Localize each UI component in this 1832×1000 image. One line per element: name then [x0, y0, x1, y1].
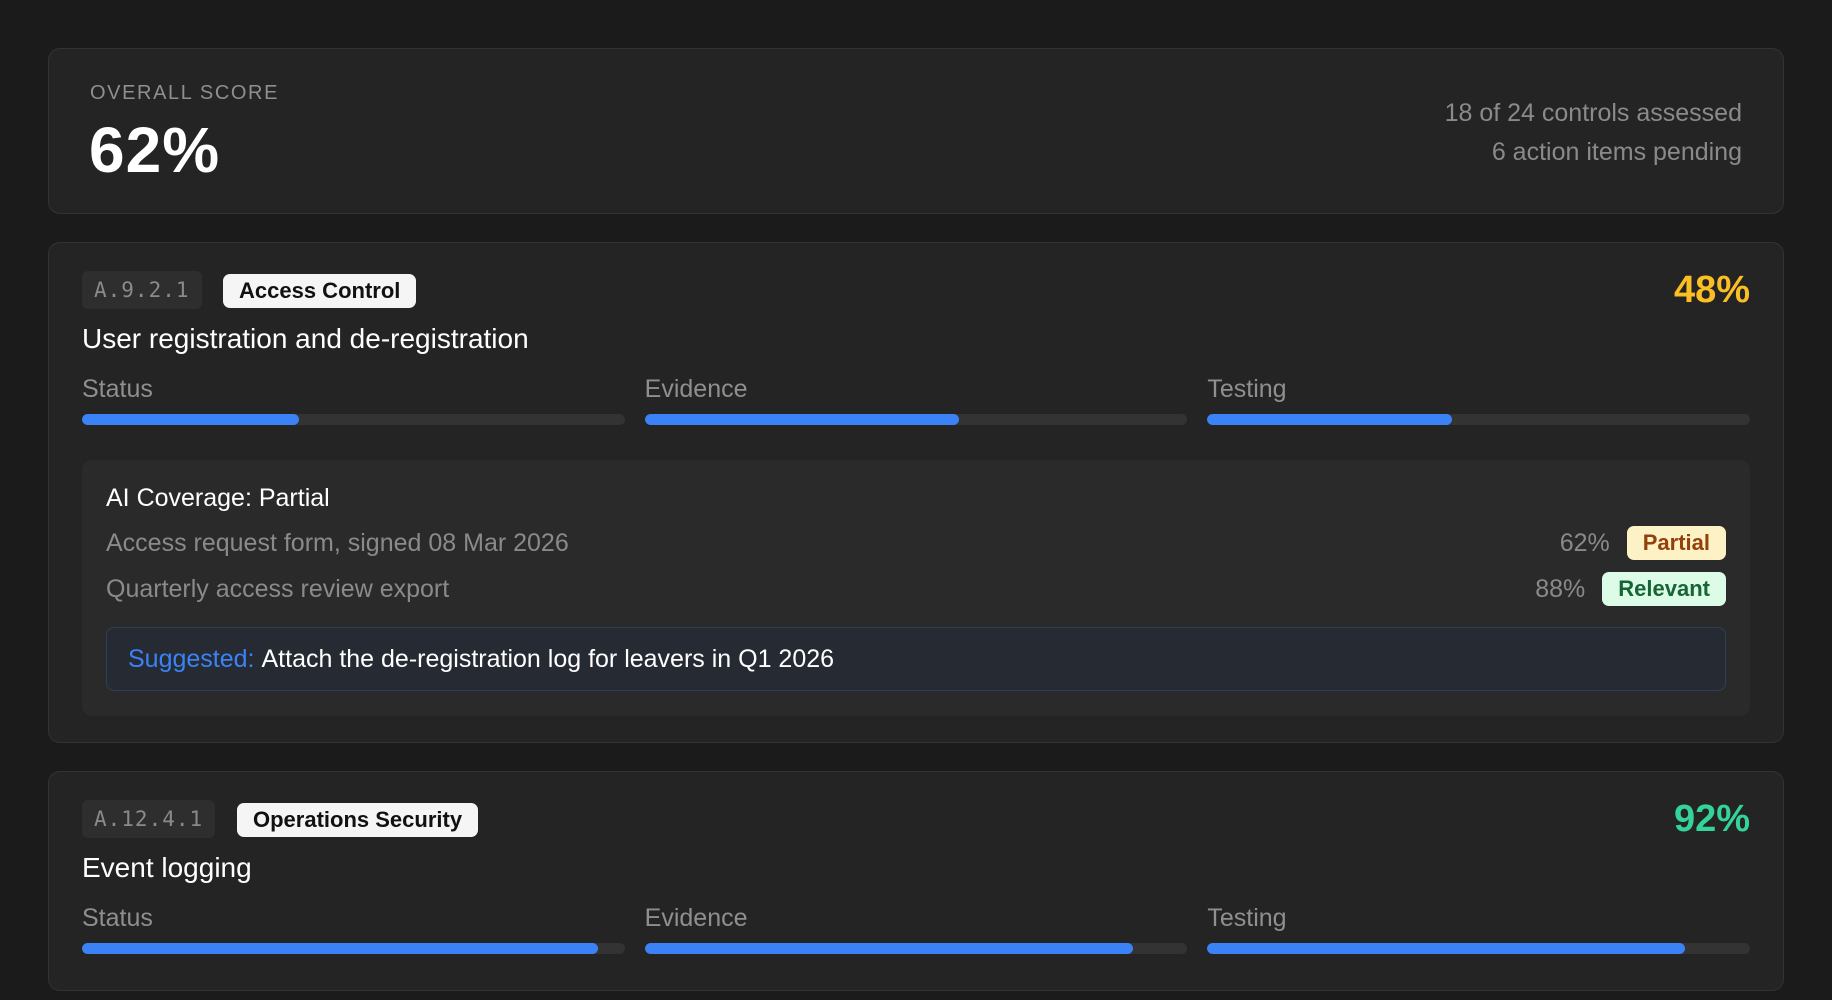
metric-evidence: Evidence — [644, 886, 1188, 964]
suggestion-box[interactable]: Suggested: Attach the de-registration lo… — [106, 627, 1726, 691]
progress-track — [82, 943, 625, 954]
progress-fill — [644, 414, 960, 425]
metric-label: Status — [82, 375, 153, 403]
progress-fill — [1207, 943, 1685, 954]
overall-summary: 18 of 24 controls assessed 6 action item… — [1445, 94, 1742, 172]
control-card-a-12-4-1[interactable]: A.12.4.1 Operations Security 92% Event l… — [48, 771, 1784, 991]
relevant-badge: Relevant — [1602, 572, 1726, 606]
progress-track — [644, 414, 1188, 425]
evidence-name: Access request form, signed 08 Mar 2026 — [106, 528, 569, 557]
category-badge: Operations Security — [237, 803, 479, 837]
progress-track — [1207, 943, 1751, 954]
progress-fill — [82, 414, 300, 425]
partial-badge: Partial — [1626, 526, 1726, 560]
ai-coverage-title: AI Coverage: Partial — [106, 484, 330, 512]
compliance-dashboard: OVERALL SCORE 62% 18 of 24 controls asse… — [48, 48, 1784, 991]
overall-score-card: OVERALL SCORE 62% 18 of 24 controls asse… — [48, 48, 1784, 214]
evidence-name: Quarterly access review export — [106, 574, 450, 603]
metric-status: Status — [82, 357, 625, 435]
overall-score-label: OVERALL SCORE — [90, 82, 280, 104]
action-items-pending-text: 6 action items pending — [1491, 138, 1742, 166]
evidence-item[interactable]: Access request form, signed 08 Mar 2026 … — [106, 526, 1726, 560]
evidence-match-pct: 62% — [1559, 528, 1610, 557]
control-title: User registration and de-registration — [82, 323, 529, 354]
progress-track — [82, 414, 625, 425]
control-metrics: Status Evidence Testing — [82, 886, 1751, 964]
metric-testing: Testing — [1207, 357, 1751, 435]
control-id: A.12.4.1 — [82, 800, 216, 838]
progress-track — [644, 943, 1188, 954]
evidence-item[interactable]: Quarterly access review export 88% Relev… — [106, 572, 1726, 606]
progress-fill — [1207, 414, 1452, 425]
controls-assessed-text: 18 of 24 controls assessed — [1444, 99, 1742, 127]
metric-label: Testing — [1207, 375, 1287, 403]
metric-status: Status — [82, 886, 625, 964]
metric-testing: Testing — [1207, 886, 1751, 964]
metric-evidence: Evidence — [644, 357, 1188, 435]
suggestion-prefix: Suggested: — [128, 644, 255, 673]
suggestion-text: Attach the de-registration log for leave… — [261, 644, 835, 673]
metric-label: Evidence — [644, 904, 748, 932]
metric-label: Status — [82, 904, 153, 932]
ai-coverage-panel: AI Coverage: Partial Access request form… — [82, 460, 1750, 716]
metric-label: Testing — [1207, 904, 1287, 932]
progress-fill — [644, 943, 1134, 954]
control-metrics: Status Evidence Testing — [82, 357, 1751, 435]
control-id: A.9.2.1 — [82, 271, 202, 309]
progress-fill — [82, 943, 598, 954]
progress-track — [1207, 414, 1751, 425]
control-card-a-9-2-1[interactable]: A.9.2.1 Access Control 48% User registra… — [48, 242, 1784, 743]
control-score: 92% — [1673, 798, 1750, 840]
metric-label: Evidence — [644, 375, 748, 403]
overall-score-value: 62% — [89, 114, 221, 186]
control-header: A.12.4.1 Operations Security 92% Event l… — [82, 772, 1750, 886]
evidence-match-pct: 88% — [1535, 574, 1586, 603]
control-header: A.9.2.1 Access Control 48% User registra… — [82, 243, 1750, 357]
control-score: 48% — [1673, 269, 1750, 311]
control-title: Event logging — [82, 852, 252, 883]
category-badge: Access Control — [223, 274, 417, 308]
